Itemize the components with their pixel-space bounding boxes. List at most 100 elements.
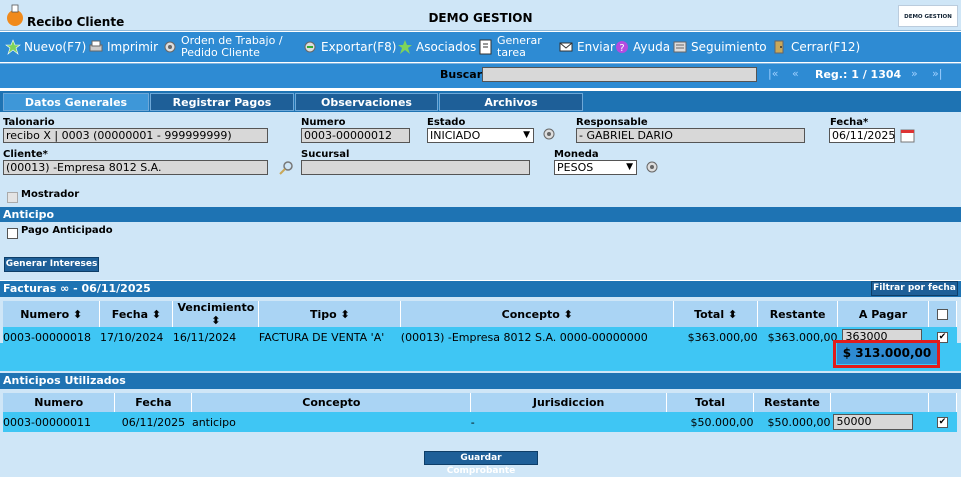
tab-registrar-pagos[interactable]: Registrar Pagos xyxy=(150,93,294,111)
anticipos-utilizados-header: Anticipos Utilizados xyxy=(0,373,961,389)
cliente-field[interactable]: (00013) -Empresa 8012 S.A. xyxy=(3,160,268,175)
col-a-pagar xyxy=(830,393,929,412)
cell-total: $50.000,00 xyxy=(666,412,754,432)
tab-observaciones[interactable]: Observaciones xyxy=(295,93,438,111)
anticipos-table: Numero Fecha Concepto Jurisdiccion Total… xyxy=(3,393,958,432)
estado-select[interactable]: INICIADO ▼ xyxy=(427,128,534,143)
search-input[interactable] xyxy=(482,67,757,82)
moneda-label: Moneda xyxy=(554,149,599,160)
mostrador-checkbox[interactable] xyxy=(7,192,18,203)
pago-anticipado-checkbox[interactable] xyxy=(7,228,18,239)
cliente-label: Cliente* xyxy=(3,149,48,160)
search-client-icon[interactable] xyxy=(278,160,294,176)
mostrador-label: Mostrador xyxy=(21,189,80,200)
col-total[interactable]: Total ⬍ xyxy=(673,301,759,327)
talonario-label: Talonario xyxy=(3,117,55,128)
col-concepto[interactable]: Concepto ⬍ xyxy=(400,301,675,327)
new-button[interactable]: Nuevo(F7) xyxy=(5,32,86,62)
company-logo: DEMO GESTION xyxy=(898,5,958,27)
last-record-icon[interactable]: »| xyxy=(932,67,942,80)
responsable-field[interactable]: - GABRIEL DARIO xyxy=(576,128,805,143)
toolbar: Nuevo(F7) Imprimir Orden de Trabajo / Ped… xyxy=(0,32,961,62)
printer-icon xyxy=(88,39,104,55)
tracking-icon xyxy=(672,39,688,55)
numero-label: Numero xyxy=(301,117,346,128)
help-icon: ? xyxy=(614,39,630,55)
col-fecha[interactable]: Fecha ⬍ xyxy=(99,301,174,327)
cell-concepto: anticipo xyxy=(191,412,471,432)
moneda-gear-icon[interactable] xyxy=(645,160,660,175)
col-concepto: Concepto xyxy=(191,393,472,412)
anticipos-header-row: Numero Fecha Concepto Jurisdiccion Total… xyxy=(3,393,958,412)
total-row xyxy=(0,343,961,371)
print-button[interactable]: Imprimir xyxy=(88,32,158,62)
export-icon xyxy=(302,39,318,55)
col-numero: Numero xyxy=(3,393,116,412)
cell-a-pagar: 50000 xyxy=(830,412,929,432)
facturas-header: Facturas ∞ - 06/11/2025 xyxy=(0,281,961,297)
col-select xyxy=(928,393,958,412)
save-voucher-button[interactable]: Guardar Comprobante xyxy=(424,451,538,476)
associated-button[interactable]: Asociados xyxy=(397,32,476,62)
select-all-checkbox[interactable] xyxy=(937,308,948,320)
estado-label: Estado xyxy=(427,117,466,128)
fecha-field[interactable]: 06/11/2025 xyxy=(829,128,895,143)
cell-fecha: 06/11/2025 xyxy=(114,412,192,432)
close-door-icon xyxy=(772,39,788,55)
pago-anticipado-label: Pago Anticipado xyxy=(21,225,113,236)
cell-numero: 0003-00000011 xyxy=(3,412,115,432)
table-row[interactable]: 0003-00000011 06/11/2025 anticipo - $50.… xyxy=(3,412,957,432)
col-vencimiento[interactable]: Vencimiento ⬍ xyxy=(172,301,260,327)
prev-record-icon[interactable]: « xyxy=(792,67,799,80)
col-jurisdiccion: Jurisdiccion xyxy=(470,393,668,412)
work-order-button[interactable]: Orden de Trabajo / Pedido Cliente xyxy=(162,32,283,62)
close-button[interactable]: Cerrar(F12) xyxy=(772,32,860,62)
app-name: DEMO GESTION xyxy=(428,11,533,25)
record-counter: Reg.: 1 / 1304 xyxy=(815,68,902,81)
help-button[interactable]: ? Ayuda xyxy=(614,32,670,62)
tab-archivos[interactable]: Archivos xyxy=(439,93,583,111)
filter-by-date-button[interactable]: Filtrar por fecha xyxy=(871,281,958,296)
send-button[interactable]: Enviar xyxy=(558,32,615,62)
col-numero[interactable]: Numero ⬍ xyxy=(3,301,101,327)
col-select-all[interactable] xyxy=(928,301,957,327)
svg-text:?: ? xyxy=(619,43,624,54)
total-to-pay: $ 313.000,00 xyxy=(837,343,937,364)
generate-task-button[interactable]: Generar tarea xyxy=(478,32,542,62)
col-a-pagar: A Pagar xyxy=(837,301,930,327)
col-tipo[interactable]: Tipo ⬍ xyxy=(258,301,402,327)
moneda-select[interactable]: PESOS ▼ xyxy=(554,160,637,175)
fecha-label: Fecha* xyxy=(830,117,869,128)
first-record-icon[interactable]: |« xyxy=(768,67,778,80)
row-checkbox[interactable]: ✔ xyxy=(936,416,948,428)
next-record-icon[interactable]: » xyxy=(911,67,918,80)
anticipo-header: Anticipo xyxy=(0,207,961,222)
col-fecha: Fecha xyxy=(114,393,193,412)
facturas-header-row: Numero ⬍ Fecha ⬍ Vencimiento ⬍ Tipo ⬍ Co… xyxy=(3,301,957,327)
associated-icon xyxy=(397,39,413,55)
generar-intereses-button[interactable]: Generar Intereses xyxy=(4,257,99,272)
numero-field[interactable]: 0003-00000012 xyxy=(301,128,410,143)
gear-icon xyxy=(162,39,178,55)
col-restante: Restante xyxy=(753,393,832,412)
sucursal-label: Sucursal xyxy=(301,149,350,160)
talonario-field[interactable]: recibo X | 0003 (00000001 - 999999999) xyxy=(3,128,268,143)
new-doc-icon xyxy=(5,39,21,55)
estado-gear-icon[interactable] xyxy=(542,127,557,142)
cell-jurisdiccion: - xyxy=(470,412,667,432)
chevron-down-icon: ▼ xyxy=(626,162,633,172)
cell-select: ✔ xyxy=(928,412,957,432)
task-icon xyxy=(478,39,494,55)
sucursal-field[interactable] xyxy=(301,160,530,175)
send-icon xyxy=(558,39,574,55)
cell-restante: $50.000,00 xyxy=(753,412,831,432)
a-pagar-input[interactable]: 50000 xyxy=(832,414,913,430)
facturas-table: Numero ⬍ Fecha ⬍ Vencimiento ⬍ Tipo ⬍ Co… xyxy=(3,301,957,347)
col-total: Total xyxy=(666,393,755,412)
tab-datos-generales[interactable]: Datos Generales xyxy=(3,93,149,111)
calendar-icon[interactable] xyxy=(899,127,917,144)
responsable-label: Responsable xyxy=(576,117,648,128)
export-button[interactable]: Exportar(F8) xyxy=(302,32,396,62)
tracking-button[interactable]: Seguimiento xyxy=(672,32,767,62)
col-restante: Restante xyxy=(757,301,839,327)
